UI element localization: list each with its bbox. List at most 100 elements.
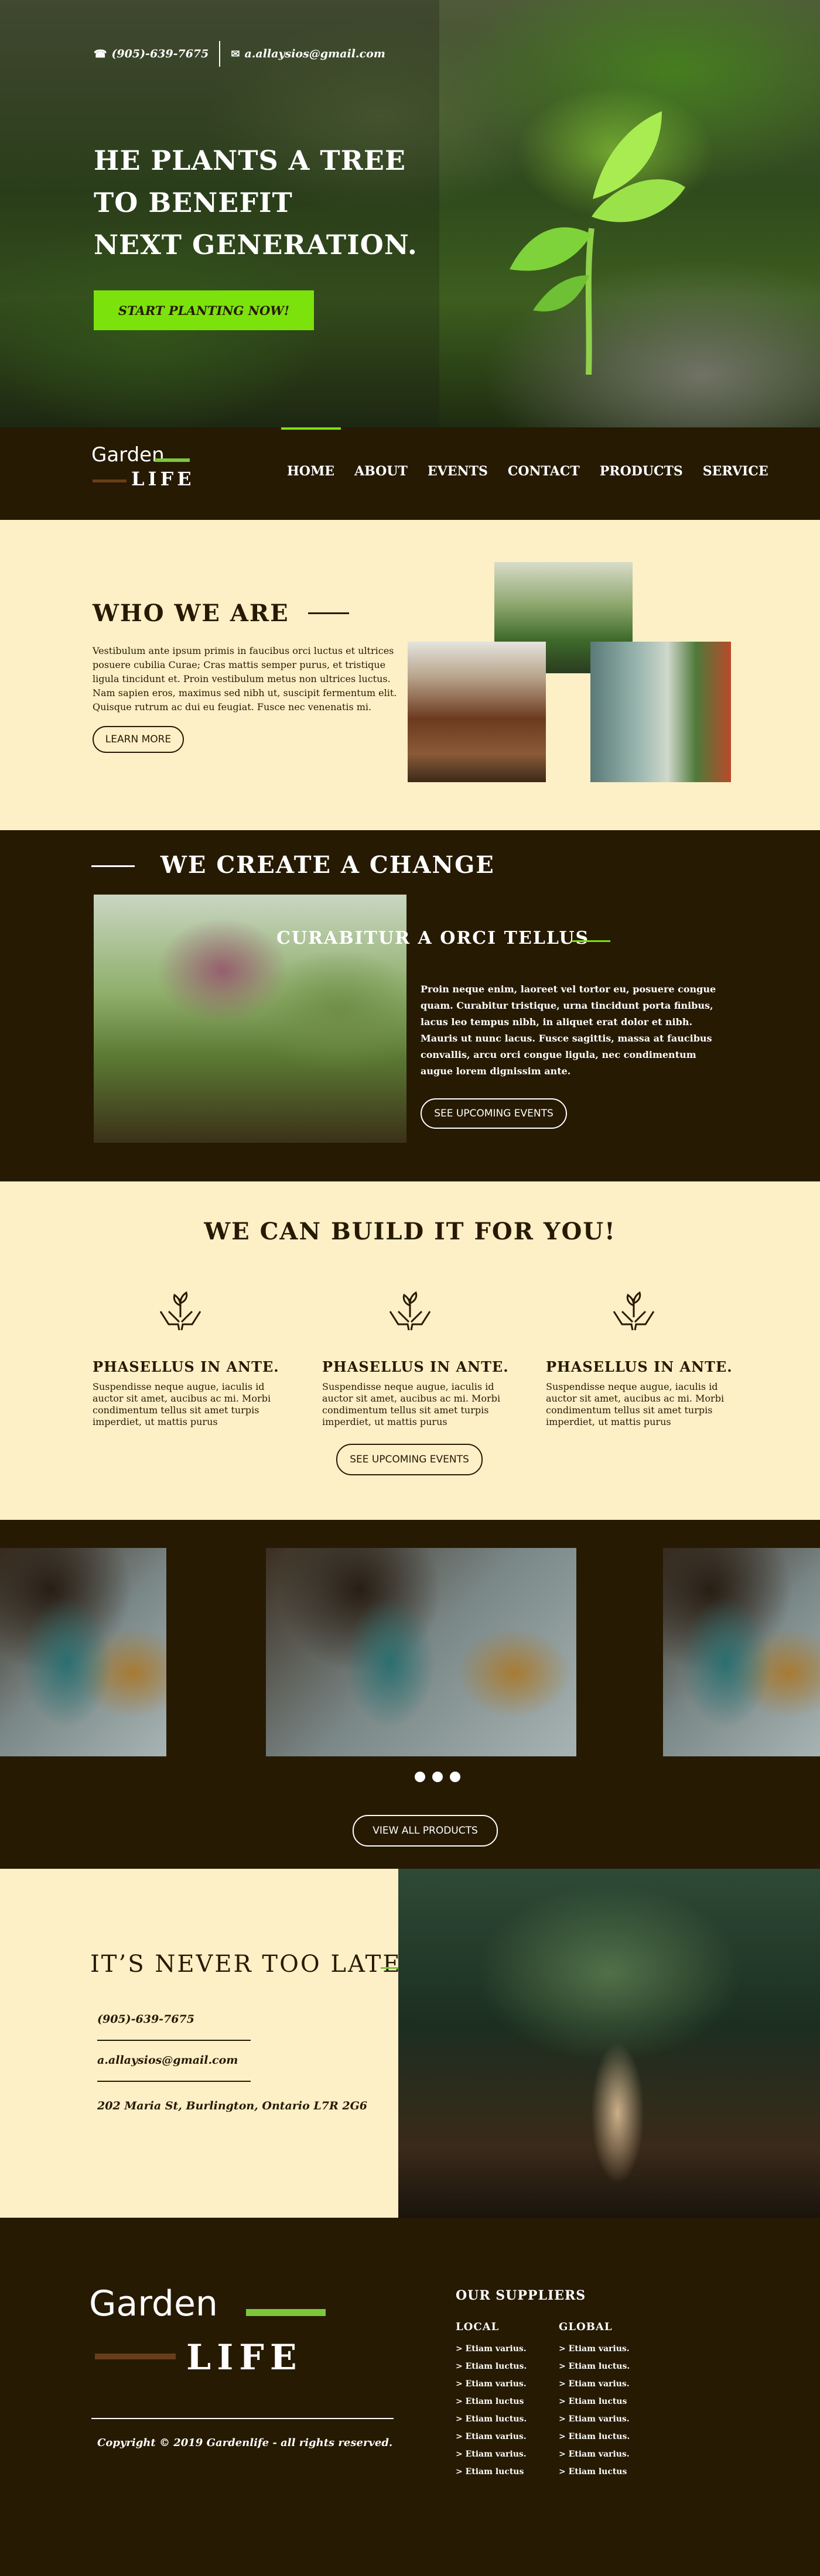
nav-item-about[interactable]: ABOUT: [354, 464, 408, 479]
hero-email-text: a.allaysios@gmail.com: [244, 47, 385, 60]
suppliers-global-column: GLOBAL > Etiam varius. > Etiam luctus. >…: [559, 2321, 630, 2481]
feature-title: PHASELLUS IN ANTE.: [93, 1358, 279, 1375]
feature-title: PHASELLUS IN ANTE.: [322, 1358, 509, 1375]
suppliers-local-column: LOCAL > Etiam varius. > Etiam luctus. > …: [456, 2321, 527, 2481]
hero-phone-text: (905)-639-7675: [111, 47, 209, 60]
contact-address: 202 Maria St, Burlington, Ontario L7R 2G…: [97, 2099, 368, 2112]
see-upcoming-events-button[interactable]: SEE UPCOMING EVENTS: [336, 1444, 483, 1475]
nav-item-service[interactable]: SERVICE: [703, 464, 768, 479]
nav-item-home[interactable]: HOME: [281, 427, 341, 479]
hero-phone[interactable]: ☎ (905)-639-7675: [94, 47, 209, 60]
supplier-link[interactable]: > Etiam varius.: [559, 2410, 630, 2428]
nav-item-events[interactable]: EVENTS: [428, 464, 488, 479]
start-planting-button[interactable]: START PLANTING NOW!: [94, 290, 314, 330]
contact-underline: [97, 2081, 251, 2082]
hands-sprout-icon: [159, 1291, 201, 1331]
feature-body: Suspendisse neque augue, iaculis id auct…: [93, 1381, 271, 1427]
never-too-late-title: IT’S NEVER TOO LATE: [90, 1951, 402, 1978]
who-we-are-title: WHO WE ARE: [93, 600, 289, 627]
greenhouse-interior-photo: [590, 642, 731, 782]
logo-green-bar: [246, 2309, 326, 2316]
footer-divider: [91, 2418, 394, 2419]
supplier-link[interactable]: > Etiam luctus: [559, 2463, 630, 2481]
feature-card: PHASELLUS IN ANTE. Suspendisse neque aug…: [322, 1288, 510, 1428]
supplier-link[interactable]: > Etiam luctus: [559, 2393, 630, 2410]
logo-brown-bar: [93, 479, 127, 482]
logo-text-top: Garden: [89, 2283, 218, 2324]
phone-icon: ☎: [94, 47, 107, 60]
nav-menu: HOME ABOUT EVENTS CONTACT PRODUCTS SERVI…: [281, 427, 768, 479]
feature-body: Suspendisse neque augue, iaculis id auct…: [546, 1381, 725, 1427]
main-navigation: Garden LIFE HOME ABOUT EVENTS CONTACT PR…: [0, 427, 820, 520]
feature-body: Suspendisse neque augue, iaculis id auct…: [322, 1381, 501, 1427]
hero-contact-bar: ☎ (905)-639-7675 ✉ a.allaysios@gmail.com: [94, 41, 385, 67]
supplier-link[interactable]: > Etiam luctus.: [559, 2358, 630, 2375]
hero-title: HE PLANTS A TREE TO BENEFIT NEXT GENERAT…: [94, 139, 418, 266]
carousel-slide[interactable]: [266, 1548, 576, 1756]
suppliers-global-heading: GLOBAL: [559, 2321, 613, 2333]
supplier-link[interactable]: > Etiam varius.: [456, 2340, 527, 2358]
footer-logo[interactable]: Garden LIFE: [89, 2283, 335, 2383]
supplier-link[interactable]: > Etiam varius.: [559, 2375, 630, 2393]
create-change-section: WE CREATE A CHANGE CURABITUR A ORCI TELL…: [0, 830, 820, 1181]
hero-section: ☎ (905)-639-7675 ✉ a.allaysios@gmail.com…: [0, 0, 820, 427]
logo-text-bottom: LIFE: [131, 468, 195, 490]
seedling-image: [510, 111, 685, 375]
hands-sprout-icon: [389, 1291, 431, 1331]
supplier-link[interactable]: > Etiam luctus: [456, 2393, 527, 2410]
hero-title-line: HE PLANTS A TREE: [94, 145, 406, 176]
hands-sprout-icon: [613, 1291, 655, 1331]
build-for-you-title: WE CAN BUILD IT FOR YOU!: [204, 1218, 616, 1245]
who-we-are-body: Vestibulum ante ipsum primis in faucibus…: [93, 645, 397, 712]
build-for-you-section: WE CAN BUILD IT FOR YOU! PHASELLUS IN AN…: [0, 1181, 820, 1520]
carousel-dot[interactable]: [432, 1772, 443, 1782]
learn-more-button[interactable]: LEARN MORE: [93, 726, 184, 753]
title-dash: [91, 865, 135, 867]
logo[interactable]: Garden LIFE: [91, 443, 220, 496]
carousel-slide[interactable]: [663, 1548, 820, 1756]
logo-green-bar: [155, 458, 190, 462]
supplier-link[interactable]: > Etiam varius.: [456, 2428, 527, 2445]
supplier-link[interactable]: > Etiam varius.: [559, 2340, 630, 2358]
never-too-late-section: IT’S NEVER TOO LATE (905)-639-7675 a.all…: [0, 1869, 820, 2218]
carousel-dots: [415, 1772, 460, 1782]
supplier-link[interactable]: > Etiam varius.: [559, 2445, 630, 2463]
feature-title: PHASELLUS IN ANTE.: [546, 1358, 733, 1375]
create-change-title: WE CREATE A CHANGE: [160, 851, 495, 879]
contact-phone[interactable]: (905)-639-7675: [97, 2013, 194, 2026]
suppliers-title: OUR SUPPLIERS: [456, 2288, 586, 2303]
products-carousel: VIEW ALL PRODUCTS: [0, 1520, 820, 1869]
see-upcoming-events-button[interactable]: SEE UPCOMING EVENTS: [421, 1098, 567, 1129]
supplier-link[interactable]: > Etiam luctus.: [559, 2428, 630, 2445]
logo-text-bottom: LIFE: [186, 2337, 303, 2378]
hero-title-line: NEXT GENERATION.: [94, 229, 418, 261]
supplier-link[interactable]: > Etiam luctus.: [456, 2358, 527, 2375]
nav-item-products[interactable]: PRODUCTS: [600, 464, 683, 479]
carousel-dot[interactable]: [450, 1772, 460, 1782]
garden-path-photo: [408, 642, 546, 782]
supplier-link[interactable]: > Etiam varius.: [456, 2375, 527, 2393]
forest-path-photo: [398, 1869, 820, 2218]
nav-item-contact[interactable]: CONTACT: [508, 464, 580, 479]
hero-title-line: TO BENEFIT: [94, 187, 293, 218]
create-change-body: Proin neque enim, laoreet vel tortor eu,…: [421, 984, 716, 1077]
hero-email[interactable]: ✉ a.allaysios@gmail.com: [231, 47, 385, 60]
supplier-link[interactable]: > Etiam varius.: [456, 2445, 527, 2463]
footer: Garden LIFE Copyright © 2019 Gardenlife …: [0, 2218, 820, 2576]
hero-contact-divider: [219, 41, 221, 67]
logo-text-top: Garden: [91, 443, 165, 467]
feature-card: PHASELLUS IN ANTE. Suspendisse neque aug…: [546, 1288, 733, 1428]
supplier-link[interactable]: > Etiam luctus.: [456, 2410, 527, 2428]
who-we-are-section: WHO WE ARE Vestibulum ante ipsum primis …: [0, 520, 820, 830]
subtitle-dash: [572, 940, 610, 942]
contact-email[interactable]: a.allaysios@gmail.com: [97, 2054, 238, 2067]
logo-brown-bar: [95, 2354, 176, 2359]
title-dash: [308, 612, 349, 614]
carousel-slide[interactable]: [0, 1548, 166, 1756]
carousel-dot[interactable]: [415, 1772, 425, 1782]
supplier-link[interactable]: > Etiam luctus: [456, 2463, 527, 2481]
view-all-products-button[interactable]: VIEW ALL PRODUCTS: [353, 1815, 498, 1847]
feature-card: PHASELLUS IN ANTE. Suspendisse neque aug…: [93, 1288, 280, 1428]
envelope-icon: ✉: [231, 47, 240, 60]
copyright-text: Copyright © 2019 Gardenlife - all rights…: [97, 2437, 393, 2449]
